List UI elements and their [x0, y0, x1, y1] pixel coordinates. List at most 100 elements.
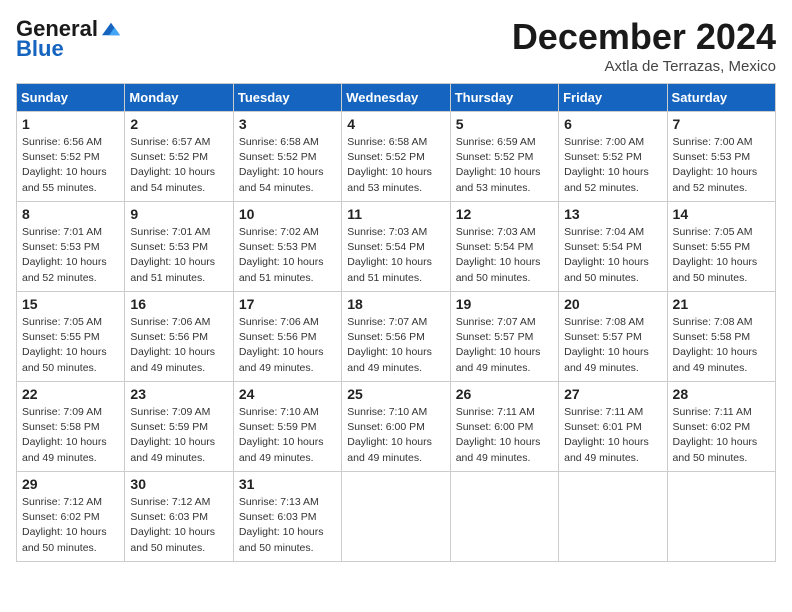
day-info: Sunrise: 7:11 AM Sunset: 6:00 PM Dayligh…	[456, 405, 553, 466]
sunset-time: Sunset: 5:59 PM	[130, 421, 208, 433]
subtitle: Axtla de Terrazas, Mexico	[512, 58, 776, 75]
daylight-hours: Daylight: 10 hours and 50 minutes.	[22, 526, 107, 553]
day-info: Sunrise: 7:03 AM Sunset: 5:54 PM Dayligh…	[347, 225, 444, 286]
sunset-time: Sunset: 6:01 PM	[564, 421, 642, 433]
day-number: 12	[456, 206, 553, 222]
day-number: 4	[347, 116, 444, 132]
daylight-hours: Daylight: 10 hours and 49 minutes.	[239, 346, 324, 373]
day-number: 28	[673, 386, 770, 402]
day-info: Sunrise: 7:08 AM Sunset: 5:57 PM Dayligh…	[564, 315, 661, 376]
calendar-day-3: 3 Sunrise: 6:58 AM Sunset: 5:52 PM Dayli…	[233, 112, 341, 202]
calendar-day-17: 17 Sunrise: 7:06 AM Sunset: 5:56 PM Dayl…	[233, 292, 341, 382]
day-number: 29	[22, 476, 119, 492]
day-number: 9	[130, 206, 227, 222]
sunrise-time: Sunrise: 7:07 AM	[456, 316, 536, 328]
calendar-header-sunday: Sunday	[17, 84, 125, 112]
day-info: Sunrise: 6:58 AM Sunset: 5:52 PM Dayligh…	[347, 135, 444, 196]
day-number: 11	[347, 206, 444, 222]
sunset-time: Sunset: 5:55 PM	[673, 241, 751, 253]
day-info: Sunrise: 7:00 AM Sunset: 5:52 PM Dayligh…	[564, 135, 661, 196]
day-info: Sunrise: 6:57 AM Sunset: 5:52 PM Dayligh…	[130, 135, 227, 196]
sunset-time: Sunset: 5:53 PM	[673, 151, 751, 163]
calendar-header-monday: Monday	[125, 84, 233, 112]
calendar-header-tuesday: Tuesday	[233, 84, 341, 112]
calendar-day-7: 7 Sunrise: 7:00 AM Sunset: 5:53 PM Dayli…	[667, 112, 775, 202]
calendar-table: SundayMondayTuesdayWednesdayThursdayFrid…	[16, 83, 776, 562]
calendar-day-12: 12 Sunrise: 7:03 AM Sunset: 5:54 PM Dayl…	[450, 202, 558, 292]
daylight-hours: Daylight: 10 hours and 49 minutes.	[130, 346, 215, 373]
day-info: Sunrise: 7:06 AM Sunset: 5:56 PM Dayligh…	[239, 315, 336, 376]
day-number: 1	[22, 116, 119, 132]
sunrise-time: Sunrise: 7:01 AM	[130, 226, 210, 238]
daylight-hours: Daylight: 10 hours and 49 minutes.	[456, 346, 541, 373]
sunset-time: Sunset: 5:59 PM	[239, 421, 317, 433]
sunset-time: Sunset: 5:57 PM	[456, 331, 534, 343]
calendar-day-24: 24 Sunrise: 7:10 AM Sunset: 5:59 PM Dayl…	[233, 382, 341, 472]
calendar-day-16: 16 Sunrise: 7:06 AM Sunset: 5:56 PM Dayl…	[125, 292, 233, 382]
sunset-time: Sunset: 6:00 PM	[456, 421, 534, 433]
sunset-time: Sunset: 5:53 PM	[22, 241, 100, 253]
day-info: Sunrise: 7:07 AM Sunset: 5:56 PM Dayligh…	[347, 315, 444, 376]
empty-cell	[667, 472, 775, 562]
day-number: 30	[130, 476, 227, 492]
calendar-day-25: 25 Sunrise: 7:10 AM Sunset: 6:00 PM Dayl…	[342, 382, 450, 472]
sunset-time: Sunset: 5:53 PM	[130, 241, 208, 253]
sunrise-time: Sunrise: 7:07 AM	[347, 316, 427, 328]
calendar-day-2: 2 Sunrise: 6:57 AM Sunset: 5:52 PM Dayli…	[125, 112, 233, 202]
day-info: Sunrise: 7:13 AM Sunset: 6:03 PM Dayligh…	[239, 495, 336, 556]
day-number: 15	[22, 296, 119, 312]
sunrise-time: Sunrise: 7:11 AM	[564, 406, 643, 418]
sunset-time: Sunset: 5:53 PM	[239, 241, 317, 253]
daylight-hours: Daylight: 10 hours and 51 minutes.	[130, 256, 215, 283]
sunrise-time: Sunrise: 7:11 AM	[456, 406, 535, 418]
daylight-hours: Daylight: 10 hours and 50 minutes.	[564, 256, 649, 283]
sunrise-time: Sunrise: 7:11 AM	[673, 406, 752, 418]
daylight-hours: Daylight: 10 hours and 50 minutes.	[673, 436, 758, 463]
day-info: Sunrise: 7:09 AM Sunset: 5:59 PM Dayligh…	[130, 405, 227, 466]
calendar-header-row: SundayMondayTuesdayWednesdayThursdayFrid…	[17, 84, 776, 112]
daylight-hours: Daylight: 10 hours and 49 minutes.	[564, 436, 649, 463]
calendar-header-wednesday: Wednesday	[342, 84, 450, 112]
day-info: Sunrise: 7:03 AM Sunset: 5:54 PM Dayligh…	[456, 225, 553, 286]
sunset-time: Sunset: 5:52 PM	[347, 151, 425, 163]
sunrise-time: Sunrise: 7:12 AM	[22, 496, 102, 508]
day-number: 6	[564, 116, 661, 132]
day-number: 8	[22, 206, 119, 222]
daylight-hours: Daylight: 10 hours and 49 minutes.	[239, 436, 324, 463]
calendar-week-3: 15 Sunrise: 7:05 AM Sunset: 5:55 PM Dayl…	[17, 292, 776, 382]
sunset-time: Sunset: 5:52 PM	[22, 151, 100, 163]
day-info: Sunrise: 7:05 AM Sunset: 5:55 PM Dayligh…	[22, 315, 119, 376]
sunrise-time: Sunrise: 7:05 AM	[673, 226, 753, 238]
title-block: December 2024 Axtla de Terrazas, Mexico	[512, 16, 776, 75]
sunset-time: Sunset: 5:58 PM	[673, 331, 751, 343]
sunset-time: Sunset: 5:56 PM	[130, 331, 208, 343]
day-number: 18	[347, 296, 444, 312]
sunset-time: Sunset: 5:57 PM	[564, 331, 642, 343]
empty-cell	[559, 472, 667, 562]
daylight-hours: Daylight: 10 hours and 52 minutes.	[22, 256, 107, 283]
daylight-hours: Daylight: 10 hours and 50 minutes.	[673, 256, 758, 283]
sunrise-time: Sunrise: 7:09 AM	[22, 406, 102, 418]
day-info: Sunrise: 7:02 AM Sunset: 5:53 PM Dayligh…	[239, 225, 336, 286]
sunrise-time: Sunrise: 7:08 AM	[564, 316, 644, 328]
calendar-day-15: 15 Sunrise: 7:05 AM Sunset: 5:55 PM Dayl…	[17, 292, 125, 382]
daylight-hours: Daylight: 10 hours and 51 minutes.	[239, 256, 324, 283]
day-number: 19	[456, 296, 553, 312]
sunrise-time: Sunrise: 7:03 AM	[456, 226, 536, 238]
daylight-hours: Daylight: 10 hours and 51 minutes.	[347, 256, 432, 283]
day-info: Sunrise: 7:10 AM Sunset: 6:00 PM Dayligh…	[347, 405, 444, 466]
calendar-week-4: 22 Sunrise: 7:09 AM Sunset: 5:58 PM Dayl…	[17, 382, 776, 472]
daylight-hours: Daylight: 10 hours and 49 minutes.	[564, 346, 649, 373]
sunset-time: Sunset: 5:52 PM	[564, 151, 642, 163]
sunrise-time: Sunrise: 7:13 AM	[239, 496, 319, 508]
day-info: Sunrise: 7:00 AM Sunset: 5:53 PM Dayligh…	[673, 135, 770, 196]
sunset-time: Sunset: 6:02 PM	[673, 421, 751, 433]
day-info: Sunrise: 7:05 AM Sunset: 5:55 PM Dayligh…	[673, 225, 770, 286]
daylight-hours: Daylight: 10 hours and 49 minutes.	[673, 346, 758, 373]
calendar-day-31: 31 Sunrise: 7:13 AM Sunset: 6:03 PM Dayl…	[233, 472, 341, 562]
day-info: Sunrise: 7:06 AM Sunset: 5:56 PM Dayligh…	[130, 315, 227, 376]
calendar-day-28: 28 Sunrise: 7:11 AM Sunset: 6:02 PM Dayl…	[667, 382, 775, 472]
day-number: 7	[673, 116, 770, 132]
sunrise-time: Sunrise: 7:00 AM	[673, 136, 753, 148]
sunrise-time: Sunrise: 7:06 AM	[130, 316, 210, 328]
